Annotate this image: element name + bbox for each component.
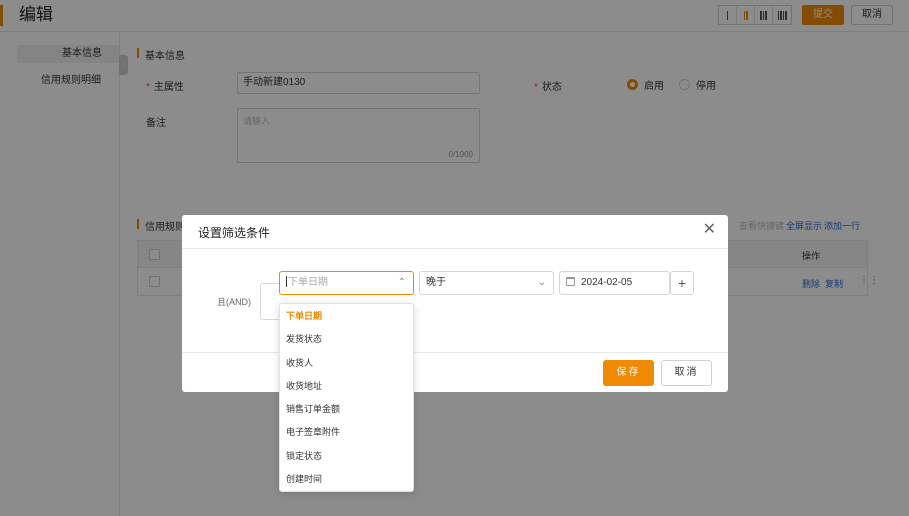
operator-select-value: 晚于 <box>426 277 446 288</box>
operator-select[interactable]: 晚于 ⌄ <box>419 271 554 295</box>
dialog-title: 设置筛选条件 <box>198 226 271 240</box>
dialog-header-divider <box>182 248 728 249</box>
dropdown-option-e-signature-attachment[interactable]: 电子签章附件 <box>280 421 413 444</box>
dropdown-option-lock-status[interactable]: 锁定状态 <box>280 445 413 468</box>
dropdown-option-sales-order-amount[interactable]: 销售订单金额 <box>280 398 413 421</box>
field-options-dropdown: 下单日期 发货状态 收货人 收货地址 销售订单金额 电子签章附件 锁定状态 创建… <box>279 303 414 492</box>
add-condition-button[interactable]: + <box>670 271 694 295</box>
dropdown-option-created-time[interactable]: 创建时间 <box>280 468 413 491</box>
field-select-placeholder: 下单日期 <box>288 277 328 288</box>
calendar-icon <box>566 277 575 286</box>
chevron-down-icon: ⌄ <box>537 277 546 288</box>
dialog-cancel-button[interactable]: 取消 <box>661 360 712 386</box>
dialog-footer-divider <box>182 352 728 353</box>
field-select[interactable]: 下单日期 ⌃ <box>279 271 414 295</box>
dropdown-option-receiver-address[interactable]: 收货地址 <box>280 375 413 398</box>
filter-condition-dialog: 设置筛选条件 ✕ 且(AND) 下单日期 ⌃ 晚于 ⌄ 2024-02-05 +… <box>182 215 728 392</box>
save-button[interactable]: 保存 <box>603 360 654 386</box>
logic-and-label: 且(AND) <box>217 297 251 307</box>
dropdown-option-shipping-status[interactable]: 发货状态 <box>280 328 413 351</box>
close-icon[interactable]: ✕ <box>703 221 716 239</box>
chevron-up-icon: ⌃ <box>397 277 406 288</box>
dropdown-option-order-date[interactable]: 下单日期 <box>280 305 413 328</box>
dropdown-option-receiver[interactable]: 收货人 <box>280 352 413 375</box>
text-cursor <box>286 276 287 287</box>
date-picker[interactable]: 2024-02-05 <box>559 271 670 295</box>
logic-bracket <box>260 283 280 320</box>
date-picker-value: 2024-02-05 <box>581 277 633 288</box>
